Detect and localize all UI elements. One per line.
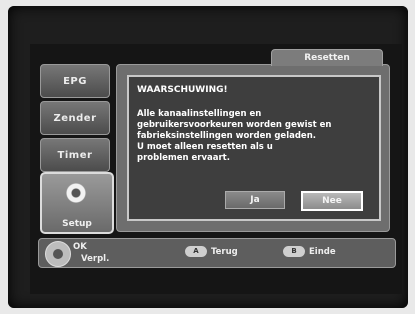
tab-setup[interactable]: Setup xyxy=(40,172,114,234)
warning-line: fabrieksinstellingen worden geladen. xyxy=(137,131,316,141)
warning-line: U moet alleen resetten als u xyxy=(137,142,273,152)
reset-panel: Resetten WAARSCHUWING! Alle kanaalinstel… xyxy=(116,49,390,232)
screen: EPG Zender Timer Setup Resetten WAARSCHU… xyxy=(30,44,402,294)
tab-timer-label: Timer xyxy=(57,149,93,161)
warning-line: gebruikersvoorkeuren worden gewist en xyxy=(137,120,332,130)
warning-line: Alle kanaalinstellingen en xyxy=(137,109,262,119)
warning-dialog: WAARSCHUWING! Alle kanaalinstellingen en… xyxy=(127,75,381,221)
tab-zender-label: Zender xyxy=(53,112,97,124)
panel-title: Resetten xyxy=(271,49,383,66)
tv-bezel: EPG Zender Timer Setup Resetten WAARSCHU… xyxy=(8,6,408,308)
dpad-icon xyxy=(45,241,71,267)
key-b-icon: B xyxy=(283,246,305,257)
hint-move: Verpl. xyxy=(81,254,110,264)
gear-icon xyxy=(61,178,91,208)
tab-timer[interactable]: Timer xyxy=(40,138,110,172)
no-button[interactable]: Nee xyxy=(301,191,363,211)
key-a-icon: A xyxy=(185,246,207,257)
yes-button[interactable]: Ja xyxy=(225,191,285,209)
tab-epg-label: EPG xyxy=(63,75,87,87)
warning-message: Alle kanaalinstellingen en gebruikersvoo… xyxy=(137,109,373,164)
hint-back: Terug xyxy=(211,247,238,257)
hint-exit: Einde xyxy=(309,247,336,257)
tab-epg[interactable]: EPG xyxy=(40,64,110,98)
tab-zender[interactable]: Zender xyxy=(40,101,110,135)
key-hint-bar: OK Verpl. A Terug B Einde xyxy=(38,238,396,268)
warning-title: WAARSCHUWING! xyxy=(137,85,228,95)
tab-setup-label: Setup xyxy=(62,219,92,229)
warning-line: problemen ervaart. xyxy=(137,153,230,163)
hint-ok: OK xyxy=(73,242,87,252)
